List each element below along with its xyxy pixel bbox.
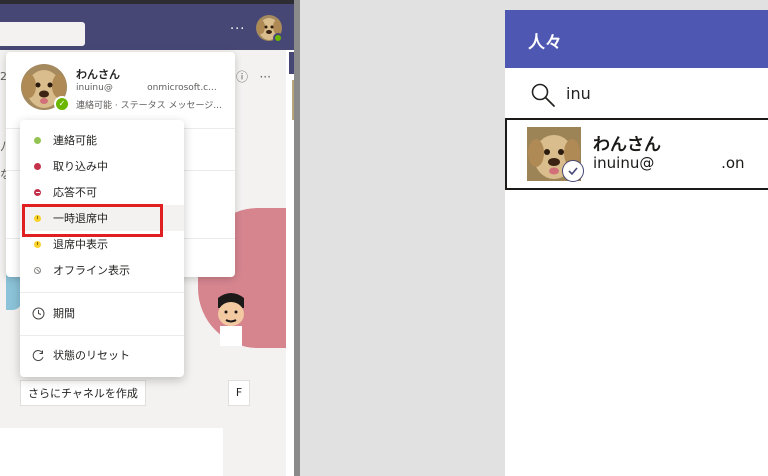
menu-item-label: 応答不可 [53,186,97,199]
status-message-button[interactable]: 連絡可能 · ステータス メッセージ... [76,98,222,111]
teams-window: ··· ⓘ ··· 2 ﾉ な さらにチャネルを作成 F [0,0,294,476]
reset-icon [31,348,45,362]
status-dnd-item[interactable]: 応答不可 [20,179,184,205]
status-busy-item[interactable]: 取り込み中 [20,153,184,179]
menu-item-label: 状態のリセット [53,349,130,362]
menu-item-label: 連絡可能 [53,134,97,147]
people-panel [505,10,768,476]
search-input[interactable] [0,22,85,46]
clock-icon [31,306,45,320]
content-card [0,428,223,476]
menu-item-label: 取り込み中 [53,160,108,173]
channel-info-icon[interactable]: ⓘ ··· [236,68,271,85]
status-duration-item[interactable]: 期間 [20,300,184,326]
available-check-icon: ✓ [54,96,70,112]
side-action-button[interactable]: F [228,380,250,406]
status-menu: 連絡可能 取り込み中 応答不可 一時退席中 退席中表示 オフライン表示 期間 状… [20,120,184,377]
profile-email: inuinu@ onmicrosoft.c... [76,83,217,93]
status-available-item[interactable]: 連絡可能 [20,127,184,153]
status-offline-item[interactable]: オフライン表示 [20,257,184,283]
available-status-icon [273,33,283,43]
more-options-button[interactable]: ··· [230,22,245,37]
away-icon [34,240,41,248]
illustration-person-icon [218,293,244,346]
available-check-icon [562,160,584,182]
teams-titlebar: ··· [0,4,294,50]
search-icon[interactable] [530,82,558,108]
do-not-disturb-icon [34,188,41,196]
menu-item-label: 期間 [53,307,75,320]
available-icon [34,136,41,144]
create-more-channels-button[interactable]: さらにチャネルを作成 [20,380,146,406]
menu-item-label: 退席中表示 [53,238,108,251]
channel-more-button[interactable]: ··· [259,70,270,84]
offline-icon [34,266,41,274]
highlight-annotation [22,204,163,237]
profile-name: わんさん [76,68,120,81]
divider [20,292,184,293]
reset-status-item[interactable]: 状態のリセット [20,342,184,368]
menu-item-label: オフライン表示 [53,264,130,277]
people-title: 人々 [528,33,562,53]
busy-icon [34,162,41,170]
divider [20,335,184,336]
people-search-input[interactable]: inu [566,84,591,103]
result-name: わんさん [593,135,661,155]
result-email: inuinu@ .on [593,154,745,172]
